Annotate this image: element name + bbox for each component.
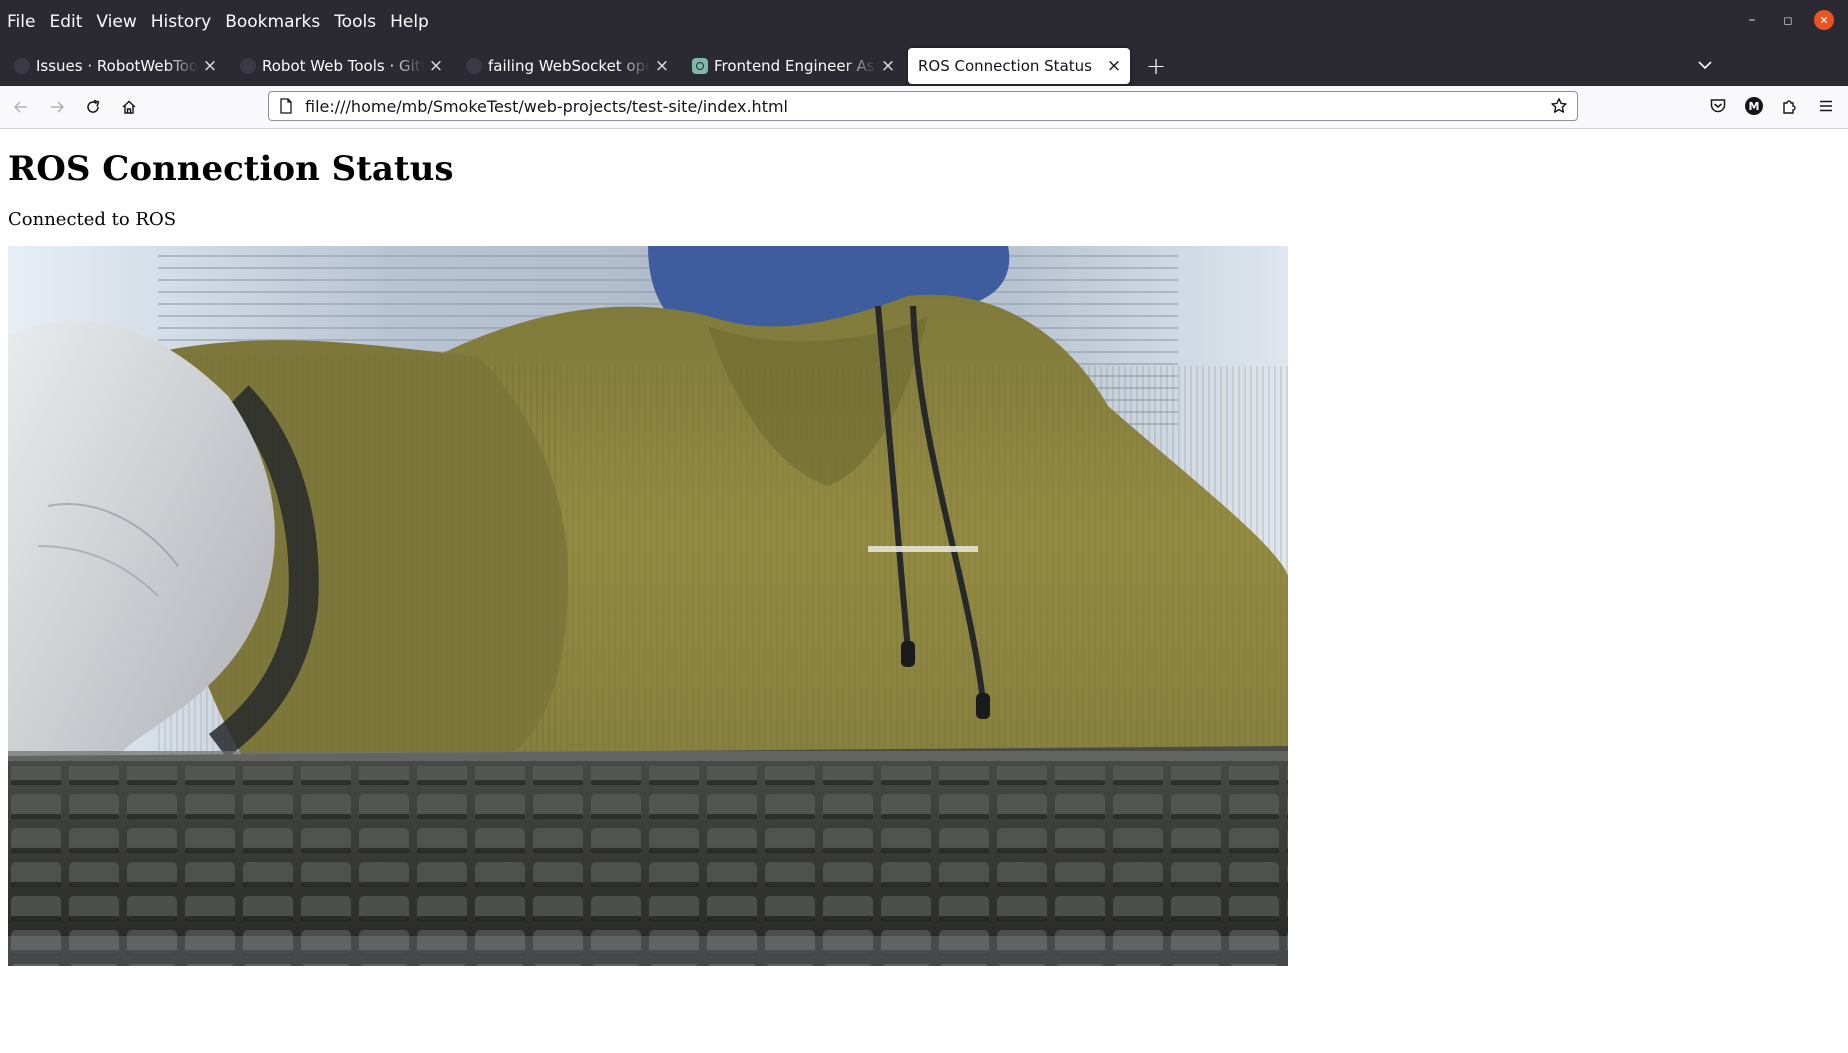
tab-robot-web-tools-github[interactable]: Robot Web Tools · GitHub × [230,48,452,84]
url-bar[interactable]: file:///home/mb/SmokeTest/web-projects/t… [268,91,1578,121]
tab-close-button[interactable]: × [198,56,222,76]
url-text[interactable]: file:///home/mb/SmokeTest/web-projects/t… [305,97,1547,116]
camera-frame [8,246,1288,966]
reload-button[interactable] [78,92,108,122]
menu-tools[interactable]: Tools [327,8,383,36]
bookmark-star-button[interactable] [1547,94,1571,118]
extensions-button[interactable] [1776,92,1804,120]
tab-frontend-engineer-assist[interactable]: Frontend Engineer Assist × [682,48,904,84]
window-controls: – ◻ ✕ [1742,10,1834,30]
tab-close-button[interactable]: × [1102,56,1126,76]
tab-failing-websocket[interactable]: failing WebSocket openin × [456,48,678,84]
arrow-left-icon [13,101,27,113]
github-icon [14,58,30,74]
menu-history[interactable]: History [144,8,218,36]
puzzle-icon [1783,100,1796,114]
tab-ros-connection-status[interactable]: ROS Connection Status × [908,48,1130,84]
github-icon [240,58,256,74]
page-content: ROS Connection Status Connected to ROS [0,129,1848,1053]
forward-button[interactable] [42,92,72,122]
tab-strip: Issues · RobotWebTools/r × Robot Web Too… [0,44,1848,86]
pocket-icon [1710,99,1726,113]
new-tab-button[interactable]: + [1138,48,1174,84]
chevron-down-icon [1698,61,1712,70]
list-all-tabs-button[interactable] [1690,50,1720,80]
home-button[interactable] [114,92,144,122]
camera-feed-image [8,246,1288,966]
tab-close-button[interactable]: × [424,56,448,76]
tab-title: Issues · RobotWebTools/r [36,57,198,75]
close-window-button[interactable]: ✕ [1814,10,1834,30]
chatgpt-icon [692,58,708,74]
github-icon [466,58,482,74]
back-button[interactable] [6,92,36,122]
menu-bookmarks[interactable]: Bookmarks [218,8,327,36]
star-icon [1551,98,1567,113]
tab-title: failing WebSocket openin [488,57,650,75]
tab-title: ROS Connection Status [918,57,1092,75]
tab-close-button[interactable]: × [650,56,674,76]
home-icon [122,100,136,114]
tab-title: Robot Web Tools · GitHub [262,57,424,75]
menu-help[interactable]: Help [383,8,436,36]
tab-issues-robotwebtools[interactable]: Issues · RobotWebTools/r × [4,48,226,84]
menu-bar: File Edit View History Bookmarks Tools H… [0,0,1848,44]
hamburger-menu-icon [1820,100,1832,112]
reload-icon [87,99,100,113]
tab-title: Frontend Engineer Assist [714,57,876,75]
restore-button[interactable]: ◻ [1778,10,1798,30]
menu-edit[interactable]: Edit [42,8,89,36]
account-button[interactable]: M [1740,92,1768,120]
connection-status-text: Connected to ROS [8,209,177,230]
account-avatar: M [1745,97,1763,115]
page-icon [277,97,295,115]
toolbar-right: M [1704,92,1840,120]
app-menu-button[interactable] [1812,92,1840,120]
minimize-button[interactable]: – [1742,10,1762,30]
menu-view[interactable]: View [89,8,143,36]
page-title: ROS Connection Status [8,149,454,189]
tab-close-button[interactable]: × [876,56,900,76]
pocket-button[interactable] [1704,92,1732,120]
menu-file[interactable]: File [0,8,42,36]
arrow-right-icon [51,101,65,113]
navigation-toolbar: file:///home/mb/SmokeTest/web-projects/t… [0,86,1848,129]
